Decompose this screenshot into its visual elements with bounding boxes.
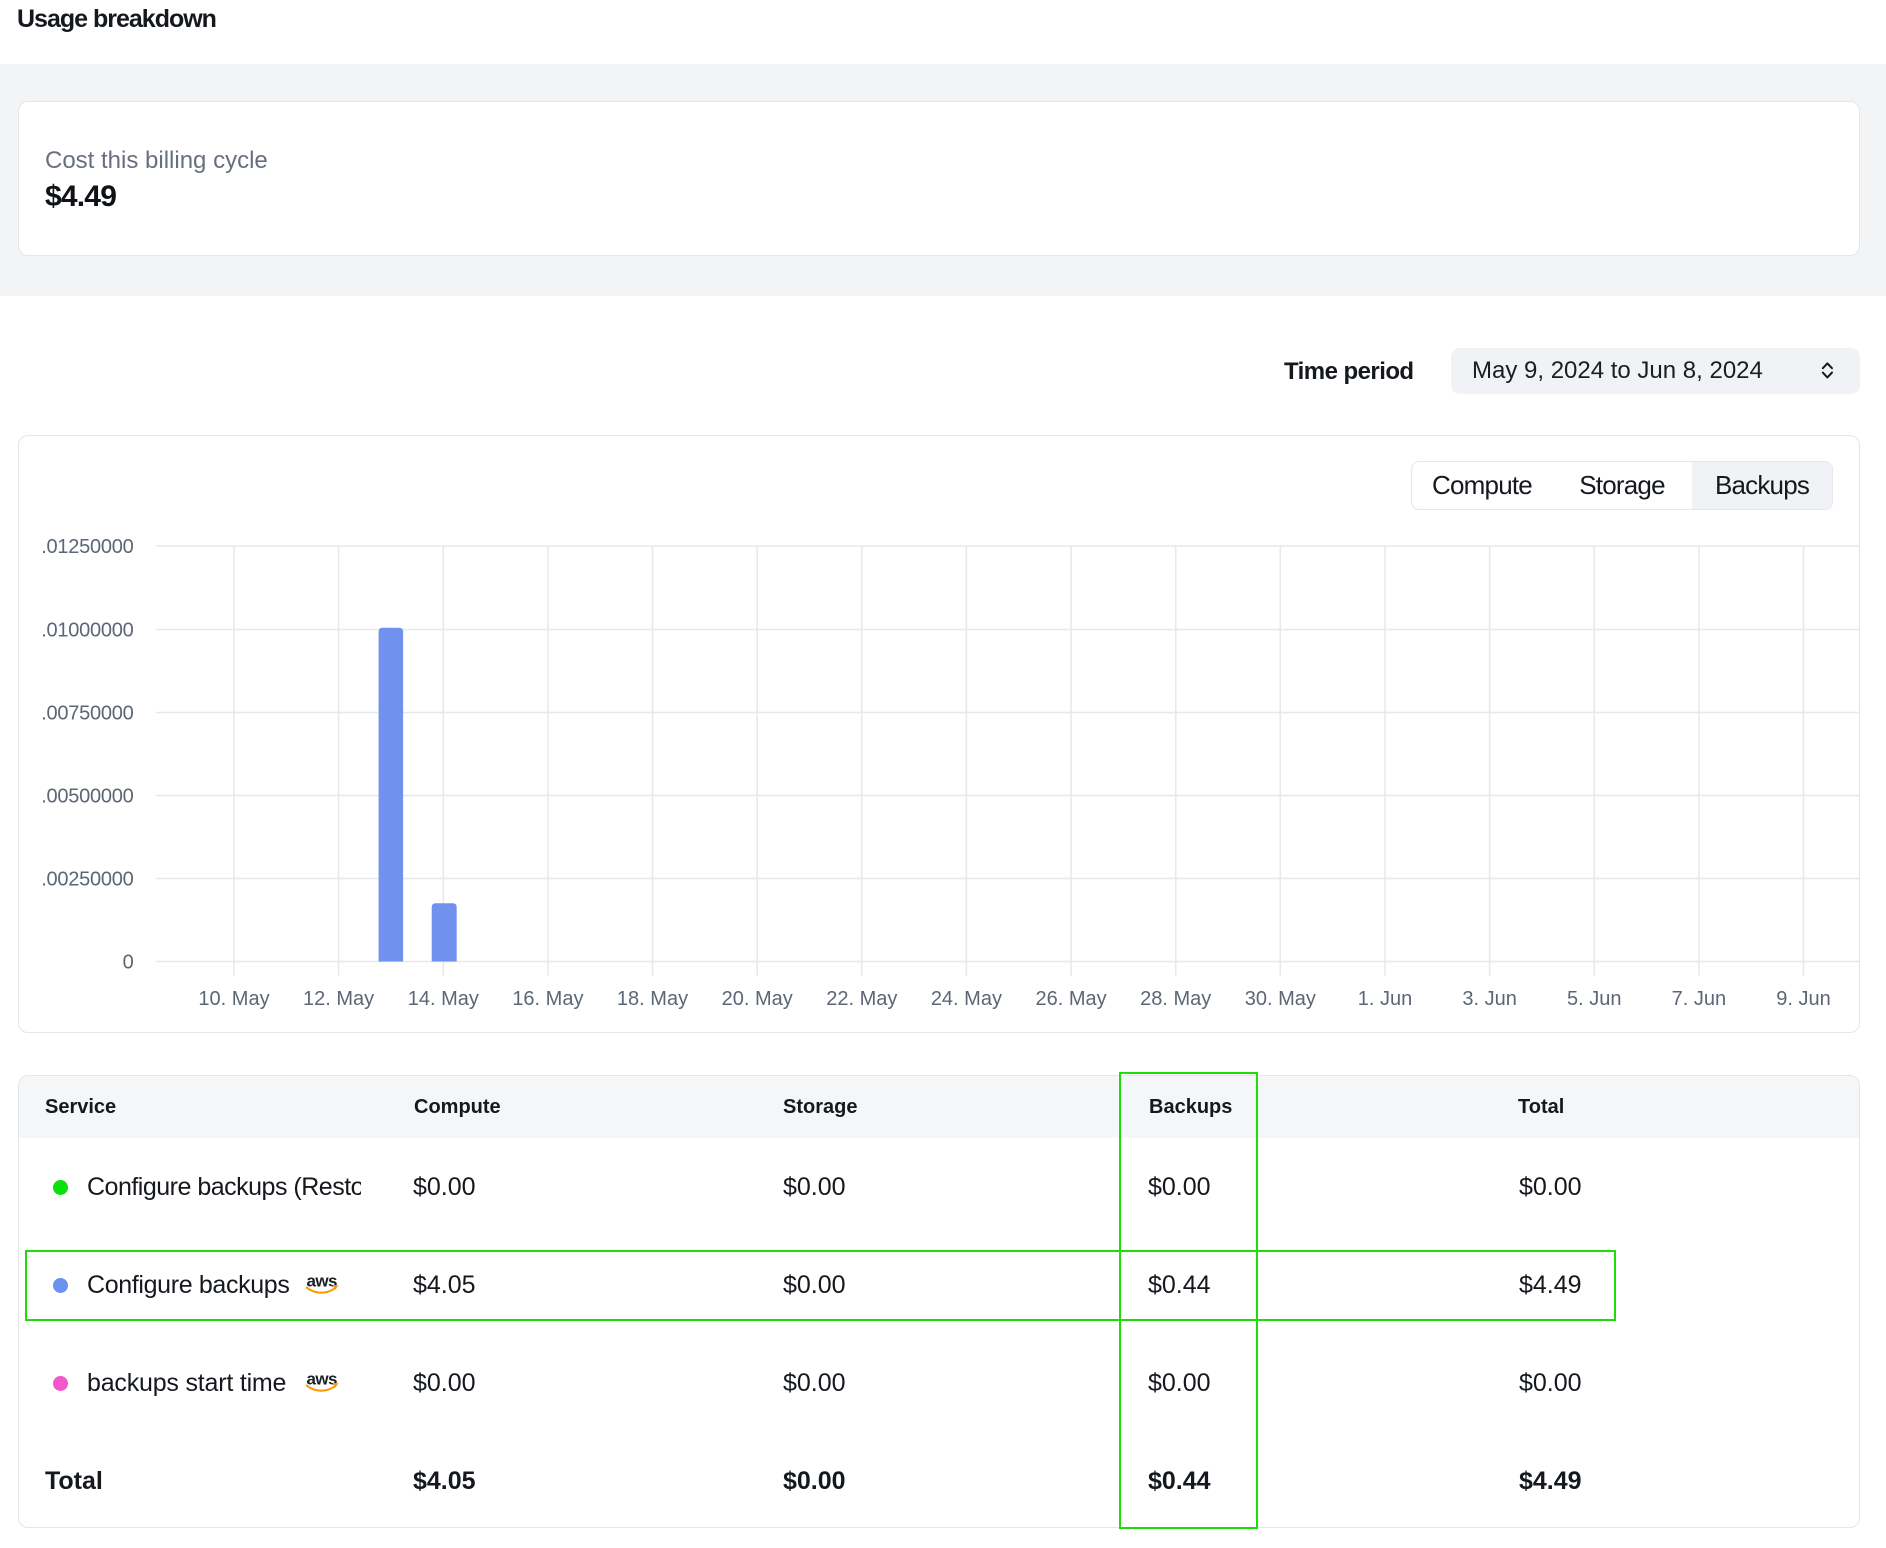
svg-text:0: 0	[123, 952, 134, 974]
svg-text:20. May: 20. May	[722, 988, 793, 1010]
svg-text:12. May: 12. May	[303, 988, 374, 1010]
svg-text:30. May: 30. May	[1245, 988, 1316, 1010]
svg-text:5. Jun: 5. Jun	[1567, 988, 1621, 1010]
svg-text:26. May: 26. May	[1036, 988, 1107, 1010]
svg-text:.01000000: .01000000	[41, 620, 133, 642]
svg-text:22. May: 22. May	[826, 988, 897, 1010]
svg-text:.01250000: .01250000	[41, 536, 133, 558]
svg-text:16. May: 16. May	[512, 988, 583, 1010]
svg-text:24. May: 24. May	[931, 988, 1002, 1010]
svg-text:9. Jun: 9. Jun	[1776, 988, 1830, 1010]
svg-text:7. Jun: 7. Jun	[1672, 988, 1726, 1010]
svg-text:3. Jun: 3. Jun	[1462, 988, 1516, 1010]
svg-text:28. May: 28. May	[1140, 988, 1211, 1010]
svg-text:aws: aws	[307, 1371, 337, 1389]
svg-text:10. May: 10. May	[198, 988, 269, 1010]
svg-text:1. Jun: 1. Jun	[1358, 988, 1412, 1010]
svg-text:.00500000: .00500000	[41, 786, 133, 808]
svg-text:14. May: 14. May	[408, 988, 479, 1010]
svg-text:.00750000: .00750000	[41, 703, 133, 725]
svg-text:18. May: 18. May	[617, 988, 688, 1010]
svg-text:.00250000: .00250000	[41, 869, 133, 891]
